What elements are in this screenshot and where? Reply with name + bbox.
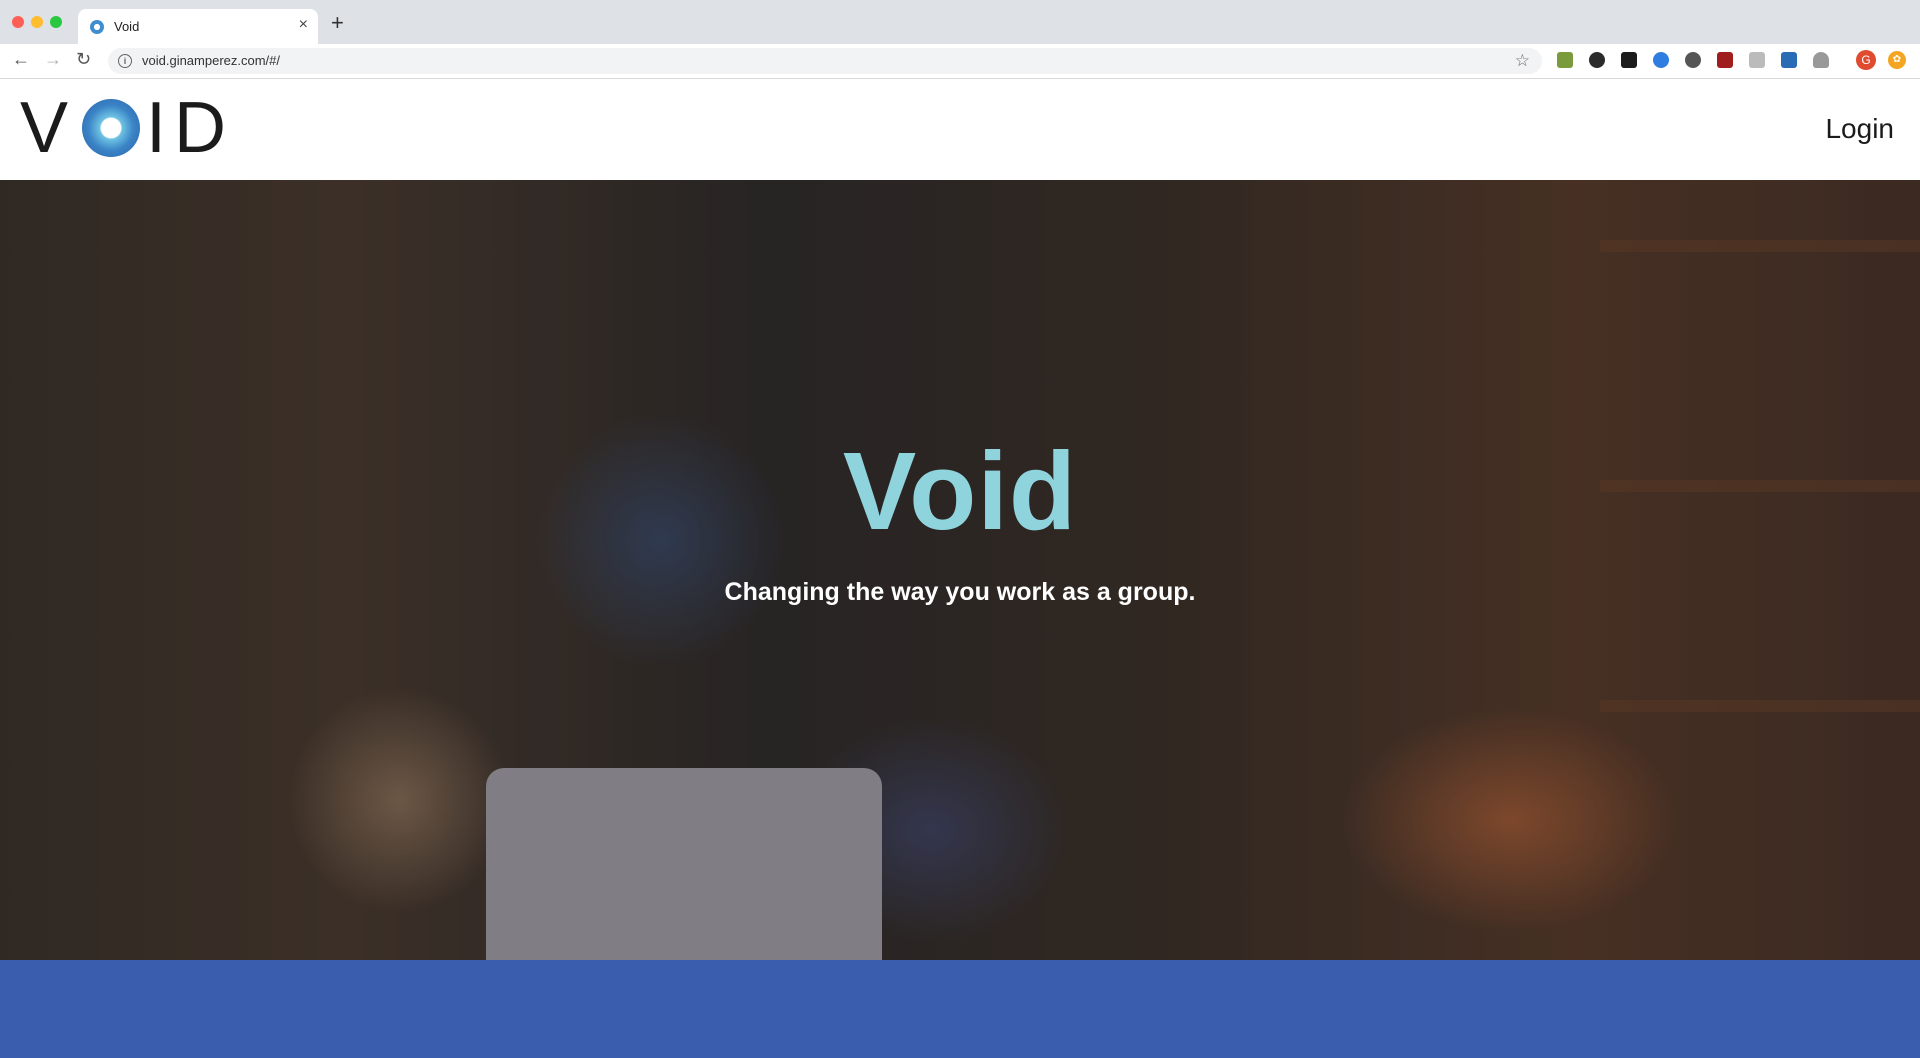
close-tab-icon[interactable]: × <box>299 16 308 34</box>
tab-title: Void <box>114 19 140 34</box>
extension-ublock-icon[interactable] <box>1717 52 1733 68</box>
extension-drop-icon[interactable] <box>1653 52 1669 68</box>
hero-section: Void Changing the way you work as a grou… <box>0 180 1920 960</box>
new-tab-button[interactable]: + <box>331 10 344 36</box>
browser-tabbar: Void × + <box>0 0 1920 45</box>
reload-icon[interactable]: ↻ <box>76 49 91 70</box>
profile-avatar[interactable]: G <box>1856 50 1876 70</box>
minimize-window-button[interactable] <box>31 16 43 28</box>
extension-check-icon[interactable] <box>1621 52 1637 68</box>
login-link[interactable]: Login <box>1825 113 1894 145</box>
back-arrow-icon[interactable]: ← <box>12 49 30 70</box>
browser-tab[interactable]: Void × <box>78 9 318 45</box>
hero-title: Void <box>842 430 1078 553</box>
logo-text-right: ID <box>146 88 235 168</box>
favicon-icon <box>90 20 104 34</box>
url-text[interactable]: void.ginamperez.com/#/ <box>142 53 280 68</box>
hero-overlay <box>0 180 1920 960</box>
site-info-icon[interactable]: i <box>118 54 132 68</box>
void-logo[interactable]: V ID <box>20 88 234 168</box>
extension-pen-icon[interactable] <box>1557 52 1573 68</box>
extension-bulb-icon[interactable] <box>1813 52 1829 68</box>
address-bar[interactable]: i void.ginamperez.com/#/ ☆ <box>108 48 1542 74</box>
bookmark-star-icon[interactable]: ☆ <box>1515 51 1530 71</box>
hero-subtitle: Changing the way you work as a group. <box>724 578 1196 606</box>
extension-orange-icon[interactable]: ✿ <box>1888 51 1906 69</box>
extension-blue-icon[interactable] <box>1781 52 1797 68</box>
maximize-window-button[interactable] <box>50 16 62 28</box>
site-header: V ID Login <box>0 79 1920 180</box>
logo-circle-icon <box>82 99 141 157</box>
forward-arrow-icon[interactable]: → <box>44 49 62 70</box>
logo-text-left: V <box>20 88 77 168</box>
close-window-button[interactable] <box>12 16 24 28</box>
extension-mask-icon[interactable] <box>1589 52 1605 68</box>
extension-grey-icon[interactable] <box>1749 52 1765 68</box>
blue-section <box>0 960 1920 1058</box>
extension-circle-icon[interactable] <box>1685 52 1701 68</box>
